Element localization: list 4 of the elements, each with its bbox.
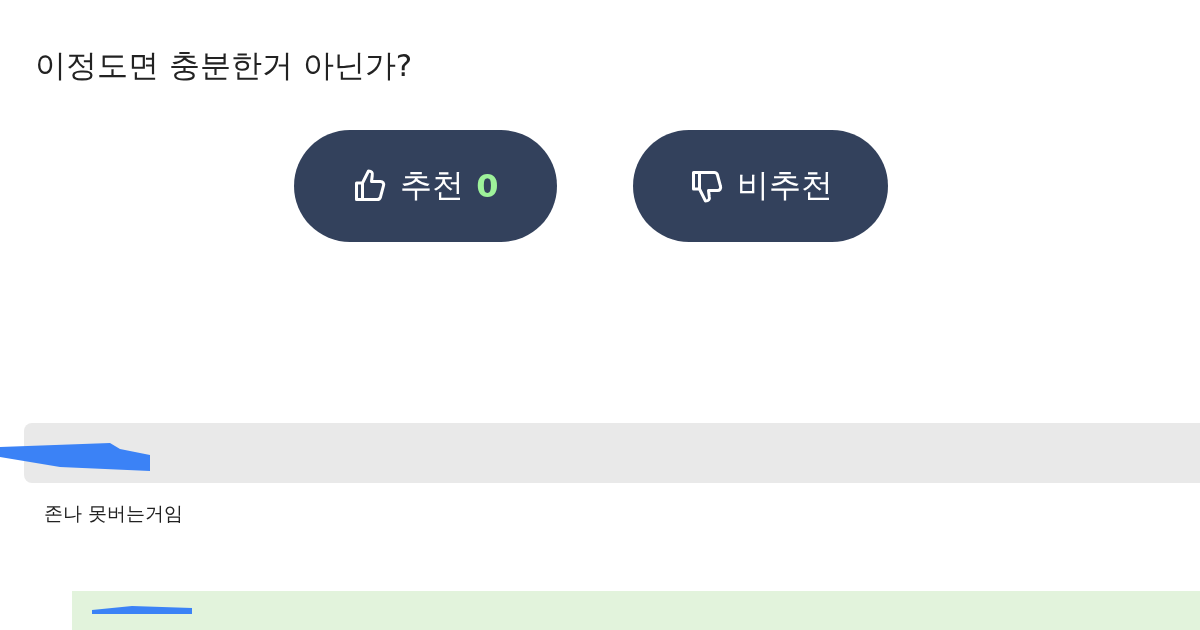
- not-recommend-button[interactable]: 비추천: [633, 130, 888, 242]
- comment-text: 존나 못버는거임: [44, 501, 185, 526]
- post-text: 이정도면 충분한거 아닌가?: [35, 46, 414, 85]
- recommend-button[interactable]: 추천 0: [294, 130, 557, 242]
